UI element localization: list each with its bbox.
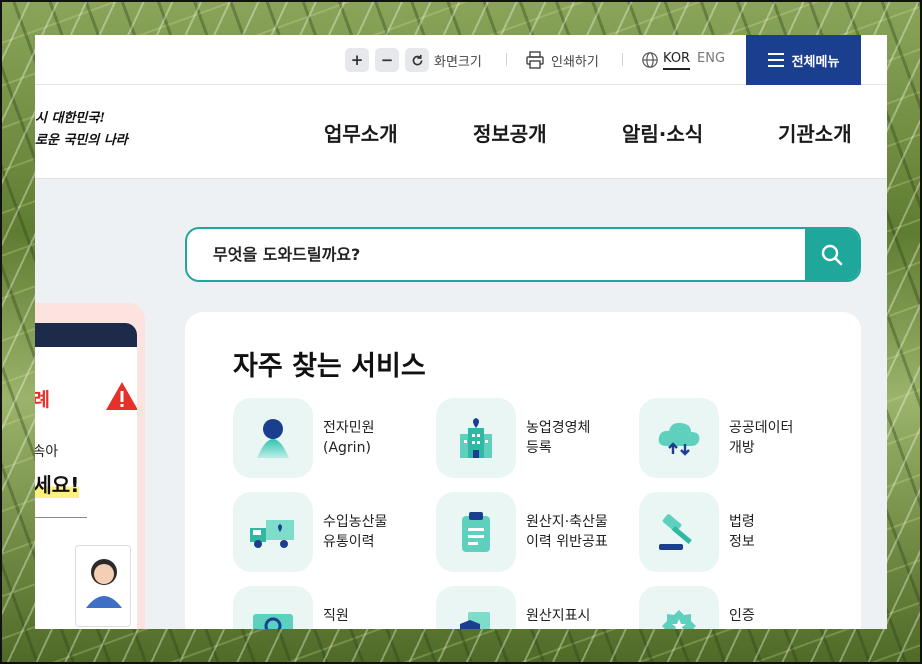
browser-page: + − 화면크기 인쇄하기 KOR ENG 전체메뉴 시 대한민국! 로운 국민…	[35, 35, 887, 629]
person-icon	[233, 398, 313, 478]
banner-band	[35, 323, 137, 347]
service-label: 인증	[729, 608, 755, 624]
nav-item-about[interactable]: 기관소개	[778, 118, 852, 147]
zoom-reset-button[interactable]	[405, 48, 429, 72]
service-open-data[interactable]: 공공데이터 개방	[639, 398, 829, 478]
search-box	[185, 227, 861, 282]
cloud-icon	[639, 398, 719, 478]
nav-item-business[interactable]: 업무소개	[324, 118, 398, 147]
gavel-icon	[639, 492, 719, 572]
service-label: 직원	[323, 608, 349, 624]
service-label: 수입농산물 유통이력	[323, 514, 388, 550]
service-law-info[interactable]: 법령 정보	[639, 492, 829, 572]
promo-banner[interactable]: 하례 에 속아 하세요!	[35, 303, 145, 629]
service-label: 원산지·축산물 이력 위반공표	[526, 514, 608, 550]
main-navigation: 시 대한민국! 로운 국민의 나라 업무소개 정보공개 알림·소식 기관소개	[35, 85, 887, 179]
service-origin-label[interactable]: 원산지표시	[436, 586, 626, 629]
avatar	[75, 545, 131, 627]
hamburger-icon	[767, 53, 784, 67]
warning-icon	[106, 382, 137, 410]
service-violation-notice[interactable]: 원산지·축산물 이력 위반공표	[436, 492, 626, 572]
banner-title: 하례	[35, 389, 50, 411]
zoom-in-button[interactable]: +	[345, 48, 369, 72]
truck-icon	[233, 492, 313, 572]
service-label: 공공데이터 개방	[729, 420, 794, 456]
service-label: 전자민원 (Agrin)	[323, 420, 375, 456]
divider	[35, 517, 87, 518]
building-icon	[436, 398, 516, 478]
globe-icon	[642, 52, 658, 68]
refresh-icon	[412, 54, 422, 65]
services-title: 자주 찾는 서비스	[233, 351, 426, 382]
print-button[interactable]: 인쇄하기	[525, 35, 605, 85]
badge-icon	[639, 586, 719, 629]
all-menu-button[interactable]: 전체메뉴	[746, 35, 861, 85]
search-input[interactable]	[187, 229, 807, 280]
lang-kor-link[interactable]: KOR	[663, 51, 691, 70]
nav-item-news[interactable]: 알림·소식	[622, 118, 703, 147]
zoom-label: 화면크기	[434, 55, 482, 70]
banner-card: 하례 에 속아 하세요!	[35, 323, 137, 629]
banner-headline: 하세요!	[35, 469, 80, 498]
all-menu-label: 전체메뉴	[791, 54, 840, 70]
clipboard-icon	[436, 492, 516, 572]
divider	[622, 53, 623, 66]
banner-text: 에 속아	[35, 444, 59, 460]
divider	[506, 53, 507, 66]
slogan-line-2: 로운 국민의 나라	[35, 133, 128, 148]
person-illustration-icon	[86, 559, 122, 608]
zoom-out-button[interactable]: −	[375, 48, 399, 72]
lang-eng-link[interactable]: ENG	[697, 51, 725, 66]
service-e-petition[interactable]: 전자민원 (Agrin)	[233, 398, 423, 478]
service-farm-registration[interactable]: 농업경영체 등록	[436, 398, 626, 478]
id-card-icon	[233, 586, 313, 629]
service-staff[interactable]: 직원	[233, 586, 423, 629]
service-label: 농업경영체 등록	[526, 420, 591, 456]
nav-item-disclosure[interactable]: 정보공개	[473, 118, 547, 147]
document-shield-icon	[436, 586, 516, 629]
slogan-logo[interactable]: 시 대한민국! 로운 국민의 나라	[35, 107, 145, 157]
service-label: 법령 정보	[729, 514, 755, 550]
service-certification[interactable]: 인증	[639, 586, 829, 629]
service-label: 원산지표시	[526, 608, 591, 624]
frequent-services-panel: 자주 찾는 서비스 전자민원 (Agrin) 농업경영체 등록 공공데이터 개방	[185, 312, 861, 629]
search-button[interactable]	[805, 229, 859, 280]
slogan-line-1: 시 대한민국!	[35, 111, 106, 126]
printer-icon	[526, 51, 544, 69]
print-label: 인쇄하기	[551, 55, 599, 70]
service-import-tracking[interactable]: 수입농산물 유통이력	[233, 492, 423, 572]
search-icon	[821, 244, 843, 265]
utility-bar: + − 화면크기 인쇄하기 KOR ENG 전체메뉴	[35, 35, 887, 85]
